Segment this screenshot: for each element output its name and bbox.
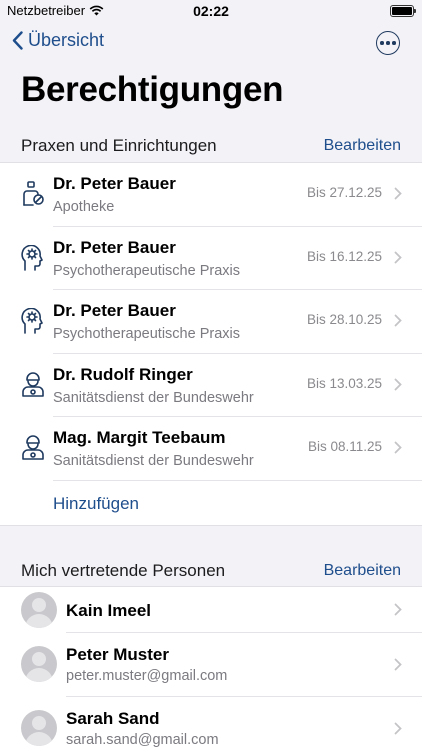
- person-name: Kain Imeel: [66, 601, 152, 620]
- person-email: peter.muster@gmail.com: [66, 668, 228, 684]
- item-type: Psychotherapeutische Praxis: [53, 326, 240, 342]
- dot-icon: [380, 41, 384, 45]
- item-date: Bis 27.12.25: [306, 185, 382, 200]
- avatar: [21, 592, 57, 628]
- list-item[interactable]: Dr. Rudolf Ringer Sanitätsdienst der Bun…: [0, 354, 422, 418]
- item-date: Bis 13.03.25: [306, 375, 382, 391]
- chevron-right-icon: [394, 187, 402, 200]
- list-item[interactable]: Dr. Peter Bauer Psychotherapeutische Pra…: [0, 227, 422, 291]
- list-item[interactable]: Dr. Peter Bauer Psychotherapeutische Pra…: [0, 290, 422, 354]
- navigation-bar: Übersicht: [0, 28, 422, 60]
- list-item[interactable]: Dr. Peter Bauer Apotheke Bis 27.12.25: [0, 163, 422, 227]
- section-title: Praxen und Einrichtungen: [21, 136, 217, 155]
- chevron-right-icon: [394, 658, 402, 671]
- list-item-text: Mag. Margit Teebaum Sanitätsdienst der B…: [53, 428, 254, 469]
- list-item[interactable]: Mag. Margit Teebaum Sanitätsdienst der B…: [0, 417, 422, 481]
- list-item[interactable]: Sarah Sand sarah.sand@gmail.com: [0, 697, 422, 750]
- avatar: [21, 709, 57, 746]
- chevron-right-icon: [394, 378, 402, 390]
- item-type: Apotheke: [53, 199, 115, 215]
- item-name: Dr. Rudolf Ringer: [53, 364, 193, 384]
- back-button[interactable]: Übersicht: [12, 30, 104, 51]
- chevron-right-icon: [394, 722, 402, 734]
- item-date: Bis 16.12.25: [306, 248, 382, 264]
- page-title: Berechtigungen: [21, 70, 284, 109]
- item-name: Dr. Peter Bauer: [53, 174, 176, 193]
- section-title: Mich vertretende Personen: [21, 561, 226, 580]
- list-item-text: Dr. Peter Bauer Psychotherapeutische Pra…: [53, 238, 240, 279]
- medic-icon: [22, 371, 44, 397]
- person-name: Peter Muster: [66, 645, 169, 664]
- dot-icon: [386, 41, 390, 45]
- item-name: Mag. Margit Teebaum: [53, 428, 226, 447]
- list-item-text: Dr. Peter Bauer Apotheke: [53, 174, 176, 215]
- chevron-left-icon: [12, 31, 23, 50]
- list-item-text: Dr. Rudolf Ringer Sanitätsdienst der Bun…: [53, 365, 254, 406]
- person-name: Sarah Sand: [66, 708, 160, 728]
- back-label: Übersicht: [28, 30, 105, 50]
- person-email: sarah.sand@gmail.com: [66, 731, 219, 748]
- item-date: Bis 28.10.25: [306, 312, 382, 327]
- list-item[interactable]: Peter Muster peter.muster@gmail.com: [0, 633, 422, 697]
- add-row: Hinzufügen: [0, 481, 422, 525]
- battery-icon: [390, 5, 416, 17]
- practices-list: Dr. Peter Bauer Apotheke Bis 27.12.25 Dr…: [0, 162, 422, 526]
- chevron-right-icon: [394, 314, 402, 327]
- chevron-right-icon: [394, 441, 402, 454]
- avatar: [21, 646, 57, 682]
- clock: 02:22: [193, 3, 229, 19]
- medic-icon: [22, 435, 44, 460]
- edit-persons-button[interactable]: Bearbeiten: [324, 562, 401, 580]
- item-name: Dr. Peter Bauer: [53, 237, 176, 257]
- list-item-text: Dr. Peter Bauer Psychotherapeutische Pra…: [53, 301, 240, 342]
- brain-head-icon: [21, 244, 43, 271]
- chevron-right-icon: [394, 603, 402, 616]
- add-practice-button[interactable]: Hinzufügen: [53, 494, 139, 514]
- section-header-persons: Mich vertretende Personen Bearbeiten: [0, 559, 422, 583]
- list-item[interactable]: Kain Imeel: [0, 587, 422, 633]
- more-options-button[interactable]: [376, 31, 400, 55]
- item-type: Sanitätsdienst der Bundeswehr: [53, 453, 254, 469]
- dot-icon: [392, 41, 396, 45]
- brain-head-icon: [21, 308, 43, 334]
- chevron-right-icon: [394, 251, 402, 263]
- persons-list: Kain Imeel Peter Muster peter.muster@gma…: [0, 586, 422, 750]
- item-date: Bis 08.11.25: [307, 439, 382, 454]
- item-name: Dr. Peter Bauer: [53, 301, 176, 320]
- edit-practices-button[interactable]: Bearbeiten: [324, 137, 401, 155]
- pharmacist-icon: [23, 181, 44, 206]
- item-type: Psychotherapeutische Praxis: [53, 262, 240, 279]
- status-bar: Netzbetreiber 02:22: [0, 0, 422, 22]
- item-type: Sanitätsdienst der Bundeswehr: [53, 389, 254, 406]
- section-header-practices: Praxen und Einrichtungen Bearbeiten: [0, 134, 422, 158]
